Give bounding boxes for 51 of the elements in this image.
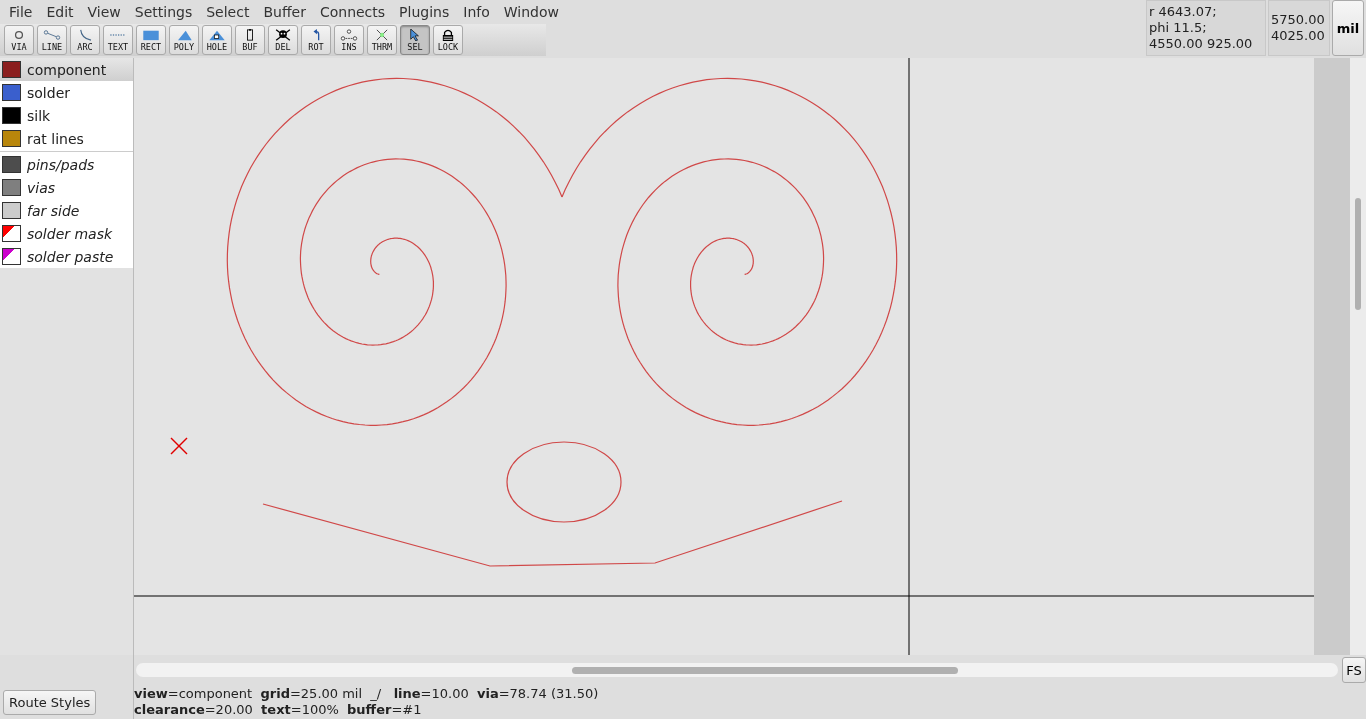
menu-item[interactable]: Edit [39,4,81,20]
status-line: view=component grid=25.00 mil _/ line=10.00 via=78.74 (31.50) [134,686,599,702]
tool-button[interactable]: RECT [136,25,166,55]
menu-item[interactable]: Info [456,4,497,20]
layer-item[interactable]: component [0,58,133,81]
layer-name: far side [27,202,80,219]
menu-item[interactable]: Buffer [256,4,313,20]
fullscreen-button[interactable]: FS [1342,657,1366,683]
tool-button[interactable]: TEXT [103,25,133,55]
tool-button[interactable]: ROT [301,25,331,55]
tool-button[interactable]: POLY [169,25,199,55]
rectangle-icon [142,28,160,41]
tool-button[interactable]: DEL [268,25,298,55]
relative-coordinates: r 4643.07; phi 11.5; 4550.00 925.00 [1146,0,1266,56]
horizontal-scrollbar[interactable] [135,663,1339,677]
tool-button[interactable]: INS [334,25,364,55]
menu-item[interactable]: View [80,4,128,20]
insert-point-icon [340,28,358,41]
tool-button[interactable]: BUF [235,25,265,55]
menu-item[interactable]: Select [199,4,257,20]
line-icon [43,28,61,41]
tool-button[interactable]: THRM [367,25,397,55]
tool-button[interactable]: ARC [70,25,100,55]
hole-icon [208,28,226,41]
vertical-scrollbar[interactable] [1350,58,1366,655]
cross-marker [170,437,188,455]
menu-item[interactable]: Connects [312,4,393,20]
layer-name: pins/pads [27,156,95,173]
tool-button[interactable]: HOLE [202,25,232,55]
cursor-coordinates: 5750.00 4025.00 [1268,0,1330,56]
layer-name: solder paste [27,248,114,265]
rotate-arrow-icon [312,28,320,41]
tool-button[interactable]: VIA [4,25,34,55]
board-canvas[interactable] [134,58,1314,655]
layer-name: vias [27,179,56,196]
menu-item[interactable]: Settings [127,4,200,20]
units-button[interactable]: mil [1332,0,1364,56]
skull-icon [274,28,292,41]
layer-name: rat lines [27,130,84,147]
menu-item[interactable]: File [2,4,40,20]
layer-name: solder [27,84,70,101]
layer-name: silk [27,107,51,124]
tool-button[interactable]: LINE [37,25,67,55]
route-styles-button[interactable]: Route Styles [3,689,97,715]
tool-button[interactable]: SEL [400,25,430,55]
layer-name: component [27,61,107,78]
menu-item[interactable]: Plugins [392,4,457,20]
status-line: clearance=20.00 text=100% buffer=#1 [134,702,423,718]
menu-item[interactable]: Window [496,4,566,20]
tool-button[interactable]: LOCK [433,25,463,55]
layer-name: solder mask [27,225,113,242]
